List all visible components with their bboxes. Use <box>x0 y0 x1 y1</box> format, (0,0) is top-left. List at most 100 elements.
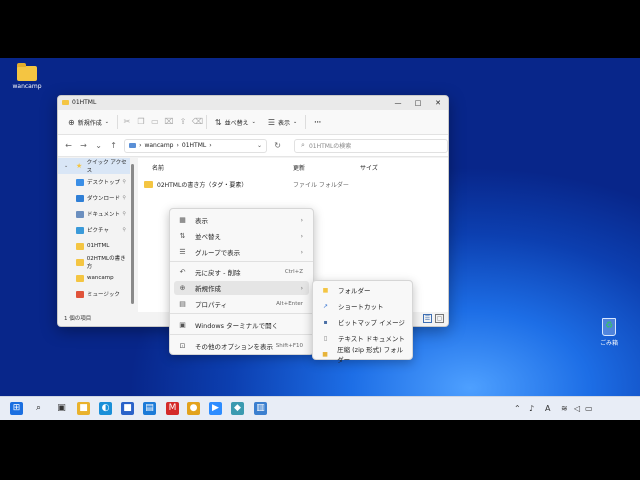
submenu-item-label: 圧縮 (zip 形式) フォルダー <box>337 346 404 364</box>
title-bar: 01HTML — □ ✕ <box>58 96 448 110</box>
submenu-item[interactable]: ■ 圧縮 (zip 形式) フォルダー <box>317 346 408 364</box>
column-header-name[interactable]: 名前 <box>152 163 164 172</box>
start-icon[interactable]: ⊞ <box>10 402 23 415</box>
context-menu: ▦ 表示 › ⇅ 並べ替え › ☰ グループで表示 › ↶ 元に戻す - 削除 Ctrl+Z ⊕ 新規作成… <box>169 208 314 355</box>
desktop-icon-label: ごみ箱 <box>599 340 618 347</box>
close-button[interactable]: ✕ <box>428 96 448 110</box>
refresh-icon[interactable]: ↻ <box>273 141 282 150</box>
forward-icon[interactable]: → <box>79 141 88 150</box>
history-chevron-icon[interactable]: ⌄ <box>94 141 103 150</box>
sidebar-item[interactable]: ⌄ ★ クイック アクセス <box>58 158 130 174</box>
address-bar[interactable]: › wancamp › 01HTML › ⌄ <box>124 138 268 153</box>
store-icon[interactable]: ■ <box>121 402 134 415</box>
delete-icon[interactable]: ⌫ <box>192 117 203 127</box>
app-icon-1[interactable]: ▤ <box>143 402 156 415</box>
new-button[interactable]: ⊕ 新規作成 ⌄ <box>64 116 113 129</box>
folder-icon <box>62 100 69 105</box>
submenu-item[interactable]: ■ フォルダー <box>317 283 408 297</box>
menu-item[interactable]: ▤ プロパティ Alt+Enter <box>174 297 309 311</box>
task-view-icon[interactable]: ▣ <box>55 402 68 415</box>
column-header-date[interactable]: 更新 <box>293 163 305 172</box>
sort-button[interactable]: ⇅ 並べ替え ⌄ <box>211 116 260 129</box>
submenu-item[interactable]: ▪ ビットマップ イメージ <box>317 315 408 329</box>
cut-icon[interactable]: ✂ <box>122 117 132 127</box>
sidebar-item[interactable]: ドキュメント ⚲ <box>58 206 130 222</box>
mcafee-icon[interactable]: M <box>166 402 179 415</box>
menu-item-label: Windows ターミナルで開く <box>195 322 279 330</box>
folder-icon <box>76 274 84 282</box>
details-view-icon[interactable]: ☰ <box>423 314 432 323</box>
app-icon-2[interactable]: ◆ <box>231 402 244 415</box>
notepad-icon[interactable]: ▥ <box>254 402 267 415</box>
edge-icon[interactable]: ◐ <box>99 402 112 415</box>
more-button[interactable]: ··· <box>310 117 325 128</box>
new-icon: ⊕ <box>179 284 186 292</box>
sidebar-item-label: 01HTML <box>87 243 110 249</box>
chevron-up-icon[interactable]: ⌃ <box>514 404 521 413</box>
chevron-right-icon: › <box>300 232 303 240</box>
chrome-icon[interactable]: ● <box>187 402 200 415</box>
sidebar-item-label: ミュージック <box>87 292 120 298</box>
search-icon[interactable]: ⌕ <box>32 402 45 415</box>
menu-shortcut: Shift+F10 <box>275 343 303 349</box>
maximize-button[interactable]: □ <box>408 96 428 110</box>
sidebar-item[interactable]: 01HTML <box>58 238 130 254</box>
submenu-item-label: ショートカット <box>338 303 384 311</box>
sidebar-item[interactable]: wancamp <box>58 270 130 286</box>
menu-item[interactable]: ▦ 表示 › <box>174 213 309 227</box>
menu-item-label: 並べ替え <box>195 233 221 241</box>
search-input[interactable]: ⌕ 01HTMLの検索 <box>294 138 448 153</box>
share-icon[interactable]: ⇪ <box>178 117 188 127</box>
menu-item[interactable]: ☰ グループで表示 › <box>174 245 309 259</box>
pin-icon: ⚲ <box>122 211 126 217</box>
sidebar-item[interactable]: ミュージック <box>58 286 130 302</box>
mic-icon[interactable]: ♪ <box>529 404 534 413</box>
navigation-scrollbar[interactable] <box>130 158 135 313</box>
chevron-down-icon[interactable]: ⌄ <box>64 163 68 169</box>
desktop-icon-recycle-bin[interactable]: ごみ箱 <box>584 318 634 347</box>
menu-item[interactable]: ⊕ 新規作成 › <box>174 281 309 295</box>
tiles-view-icon[interactable]: ▢ <box>435 314 444 323</box>
chevron-down-icon[interactable]: ⌄ <box>257 142 262 149</box>
list-item[interactable]: 02HTMLの書き方（タグ・要素） ファイル フォルダー <box>144 180 349 189</box>
submenu-item[interactable]: ▯ テキスト ドキュメント <box>317 331 408 345</box>
sidebar-item[interactable]: 02HTMLの書き方 <box>58 254 130 270</box>
zoom-icon[interactable]: ▶ <box>209 402 222 415</box>
breadcrumb-wancamp[interactable]: wancamp <box>144 142 173 149</box>
sidebar-item[interactable]: ダウンロード ⚲ <box>58 190 130 206</box>
view-icon: ▦ <box>179 216 186 224</box>
menu-item[interactable]: ▣ Windows ターミナルで開く <box>174 318 309 332</box>
window-title: 01HTML <box>62 99 96 106</box>
file-explorer-icon[interactable]: ■ <box>77 402 90 415</box>
desktop-icon-label: wancamp <box>12 83 42 90</box>
copy-icon[interactable]: ❐ <box>136 117 146 127</box>
new-submenu: ■ フォルダー ↗ ショートカット ▪ ビットマップ イメージ ▯ テキスト ドキュメント ■ 圧… <box>312 280 413 364</box>
menu-item[interactable]: ⇅ 並べ替え › <box>174 229 309 243</box>
menu-item[interactable]: ⊡ その他のオプションを表示 Shift+F10 <box>174 339 309 353</box>
volume-icon[interactable]: ◁ <box>574 404 580 413</box>
up-icon[interactable]: ↑ <box>109 141 118 150</box>
breadcrumb-01html[interactable]: 01HTML <box>182 142 206 149</box>
sidebar-item[interactable]: デスクトップ ⚲ <box>58 174 130 190</box>
paste-icon[interactable]: ▭ <box>150 117 160 127</box>
desktop-icon-wancamp[interactable]: wancamp <box>2 63 52 90</box>
menu-item-label: 元に戻す - 削除 <box>195 269 241 277</box>
sidebar-item[interactable]: ピクチャ ⚲ <box>58 222 130 238</box>
download-icon <box>76 194 84 202</box>
submenu-item[interactable]: ↗ ショートカット <box>317 299 408 313</box>
wifi-icon[interactable]: ≋ <box>561 404 568 413</box>
sidebar-item-label: ドキュメント <box>87 212 121 218</box>
font-icon[interactable]: A <box>545 404 550 413</box>
minimize-button[interactable]: — <box>388 96 408 110</box>
more-options-icon: ⊡ <box>179 342 186 350</box>
star-icon: ★ <box>76 161 83 170</box>
folder-icon <box>17 63 37 81</box>
menu-item[interactable]: ↶ 元に戻す - 削除 Ctrl+Z <box>174 265 309 279</box>
view-button[interactable]: ☰ 表示 ⌄ <box>264 116 301 129</box>
rename-icon[interactable]: ⌧ <box>164 117 174 127</box>
column-header-size[interactable]: サイズ <box>360 163 378 172</box>
battery-icon[interactable]: ▭ <box>585 404 593 413</box>
back-icon[interactable]: ← <box>64 141 73 150</box>
folder-icon <box>76 242 84 250</box>
folder-icon <box>144 181 153 188</box>
